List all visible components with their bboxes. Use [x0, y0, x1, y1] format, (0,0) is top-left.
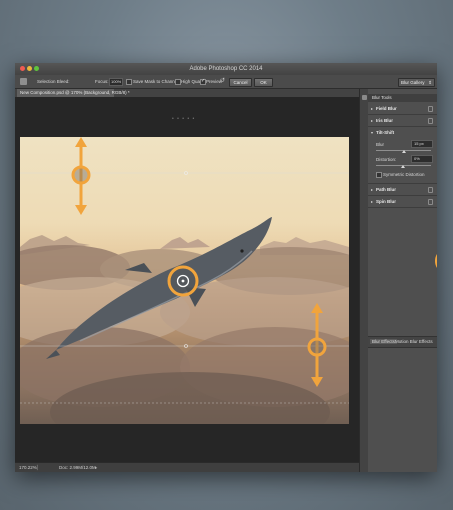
blur-tool-icon[interactable]	[20, 78, 27, 85]
focus-field[interactable]: 100%	[109, 78, 123, 86]
section-toggle[interactable]	[428, 199, 433, 205]
section-field-blur[interactable]: ▸ Field Blur	[368, 103, 437, 115]
whale-body	[56, 217, 272, 350]
collapsed-arrow-icon: ▸	[371, 106, 374, 111]
blur-center-pin[interactable]	[167, 265, 199, 297]
panel-collapse-icon[interactable]	[362, 95, 367, 100]
top-handle-arrows[interactable]	[71, 137, 91, 215]
tilt-shift-enabled-callout[interactable]	[435, 248, 437, 274]
distortion-label: Distortion:	[376, 157, 397, 162]
composition-image[interactable]	[20, 137, 349, 424]
status-bar: 170.22% ▏ Doc: 2.99M/12.0M ▸	[15, 462, 359, 472]
reset-icon[interactable]: ↺	[220, 78, 225, 85]
collapsed-arrow-icon: ▸	[371, 199, 374, 204]
symmetric-distortion-label: Symmetric Distortion	[383, 172, 425, 177]
cancel-button[interactable]: Cancel	[229, 78, 252, 87]
distortion-slider-knob[interactable]	[401, 165, 405, 168]
doc-size-info[interactable]: Doc: 2.99M/12.0M	[59, 465, 96, 470]
section-toggle[interactable]	[428, 118, 433, 124]
workspace-dropdown-value: Blur Gallery	[401, 80, 425, 85]
blur-tools-panel: Blur Tools ▸ Field Blur ▸ Iris Blur ▾ Ti…	[368, 89, 437, 472]
workspace-dropdown[interactable]: Blur Gallery ⇕	[398, 78, 435, 87]
tilt-shift-overlay	[20, 137, 349, 404]
symmetric-distortion-checkbox[interactable]	[376, 172, 382, 178]
focus-label: Focus:	[95, 79, 109, 84]
status-arrow-icon[interactable]: ▸	[95, 465, 97, 471]
collapsed-arrow-icon: ▸	[371, 118, 374, 123]
section-name: Iris Blur	[376, 118, 394, 123]
zoom-level[interactable]: 170.22%	[19, 465, 37, 470]
section-name: Spin Blur	[376, 199, 396, 204]
document-tab-bar: New Composition.psd @ 170% (Background, …	[15, 89, 359, 97]
section-name: Field Blur	[376, 106, 397, 111]
save-mask-checkbox[interactable]	[126, 79, 132, 85]
section-path-blur[interactable]: ▸ Path Blur	[368, 184, 437, 196]
distortion-field[interactable]: 0%	[411, 155, 433, 163]
section-spin-blur[interactable]: ▸ Spin Blur	[368, 196, 437, 208]
effects-tab-bar: Blur Effects Motion Blur Effects	[368, 336, 437, 348]
status-separator-icon: ▏	[37, 465, 41, 470]
tab-blur-effects[interactable]: Blur Effects	[370, 339, 397, 344]
canvas-top-marks: • • • • •	[172, 116, 196, 122]
section-name: Tilt-Shift	[376, 130, 395, 135]
ok-button[interactable]: OK	[254, 78, 273, 87]
options-bar: Selection Bleed: Focus: 100% Save Mask t…	[15, 75, 437, 89]
section-iris-blur[interactable]: ▸ Iris Blur	[368, 115, 437, 127]
title-bar: Adobe Photoshop CC 2014	[15, 63, 437, 75]
section-toggle[interactable]	[428, 187, 433, 193]
document-tab[interactable]: New Composition.psd @ 170% (Background, …	[17, 89, 130, 97]
blur-tools-title: Blur Tools	[372, 95, 392, 100]
tab-motion-blur-effects[interactable]: Motion Blur Effects	[395, 339, 433, 344]
section-tilt-shift[interactable]: ▾ Tilt-Shift Blur 15 px Distortion: 0% S…	[368, 127, 437, 274]
canvas-area[interactable]: • • • • •	[15, 97, 359, 462]
bottom-handle-arrows[interactable]	[307, 303, 327, 387]
window-title: Adobe Photoshop CC 2014	[189, 66, 263, 72]
blur-label: Blur	[376, 142, 385, 147]
blur-amount-field[interactable]: 15 px	[411, 140, 433, 148]
photoshop-window: Adobe Photoshop CC 2014 Selection Bleed:…	[15, 63, 437, 472]
save-mask-label: Save Mask to Channels	[133, 79, 181, 84]
expanded-arrow-icon: ▾	[371, 130, 374, 135]
collapsed-arrow-icon: ▸	[371, 187, 374, 192]
section-toggle[interactable]	[428, 106, 433, 112]
blur-tools-header: Blur Tools	[368, 94, 437, 102]
blur-slider-knob[interactable]	[402, 150, 406, 153]
section-name: Path Blur	[376, 187, 397, 192]
selection-bleed-label: Selection Bleed:	[37, 79, 70, 84]
chevron-updown-icon: ⇕	[428, 80, 432, 85]
document-tab-label: New Composition.psd @ 170% (Background, …	[20, 90, 130, 95]
